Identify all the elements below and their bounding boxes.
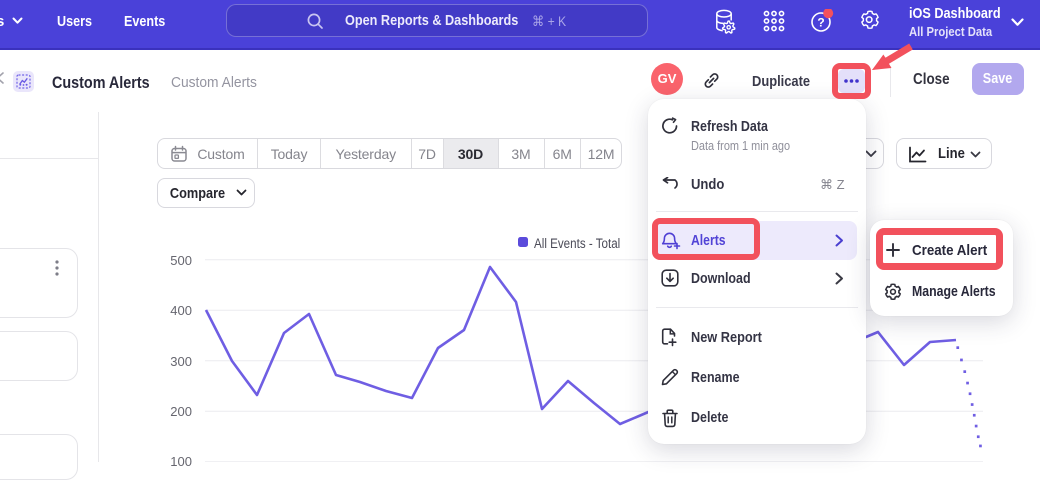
svg-text:?: ? bbox=[817, 16, 824, 30]
